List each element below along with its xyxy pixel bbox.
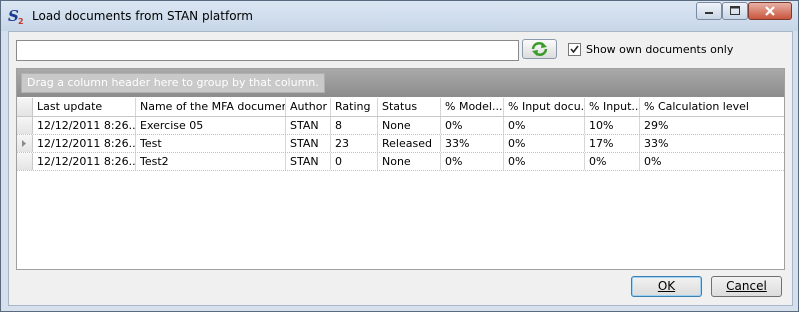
window-controls (696, 2, 792, 20)
maximize-button[interactable] (722, 2, 748, 20)
ok-button[interactable]: OK (631, 276, 702, 297)
refresh-button[interactable] (522, 39, 557, 59)
cell-calculation-level: 29% (644, 119, 669, 132)
maximize-icon (730, 6, 740, 15)
close-icon (765, 6, 775, 16)
cell-input: 10% (585, 117, 640, 134)
close-button[interactable] (748, 2, 792, 20)
group-by-hint: Drag a column header here to group by th… (21, 73, 325, 93)
window-title: Load documents from STAN platform (32, 9, 253, 23)
column-header-input[interactable]: % Input... (585, 98, 640, 116)
column-header-last-update[interactable]: Last update (33, 98, 136, 116)
cell-author: STAN (286, 135, 331, 152)
cell-author: STAN (286, 117, 331, 134)
column-header-rating[interactable]: Rating (331, 98, 378, 116)
column-header-calculation-level[interactable]: % Calculation level (640, 98, 775, 116)
cell-status: None (378, 153, 441, 170)
table-row[interactable]: 12/12/2011 8:26... Test2 STAN 0 None 0% … (17, 153, 784, 171)
row-pointer-icon (22, 140, 26, 147)
cell-last-update: 12/12/2011 8:26... (33, 135, 136, 152)
title-bar[interactable]: S 2 Load documents from STAN platform (1, 1, 798, 31)
column-header-input-documents[interactable]: % Input docu... (504, 98, 585, 116)
cell-calculation-level: 33% (644, 137, 669, 150)
column-header-model[interactable]: % Model... (441, 98, 504, 116)
cancel-button-label: Cancel (726, 279, 767, 293)
own-documents-checkbox[interactable] (568, 43, 581, 56)
cell-input: 0% (585, 153, 640, 170)
svg-text:2: 2 (18, 17, 24, 25)
cell-last-update: 12/12/2011 8:26... (33, 153, 136, 170)
grid-header: Last update Name of the MFA document Aut… (17, 98, 784, 117)
cell-rating: 23 (331, 135, 378, 152)
refresh-icon (531, 42, 548, 56)
table-row[interactable]: 12/12/2011 8:26... Exercise 05 STAN 8 No… (17, 117, 784, 135)
cancel-button[interactable]: Cancel (711, 276, 782, 297)
cell-document-name: Exercise 05 (136, 117, 286, 134)
dialog-client-area: Show own documents only Drag a column he… (8, 31, 793, 306)
cell-model: 0% (441, 153, 504, 170)
cell-status: None (378, 117, 441, 134)
row-indicator[interactable] (17, 135, 33, 152)
cell-input-documents: 0% (504, 153, 585, 170)
cell-input: 17% (585, 135, 640, 152)
cell-document-name: Test2 (136, 153, 286, 170)
column-header-author[interactable]: Author (286, 98, 331, 116)
minimize-button[interactable] (696, 2, 722, 20)
dialog-window: S 2 Load documents from STAN platform Sh… (0, 0, 799, 312)
cell-calculation-level: 0% (644, 155, 662, 168)
group-by-panel[interactable]: Drag a column header here to group by th… (17, 69, 784, 97)
cell-input-documents: 0% (504, 135, 585, 152)
header-row-indicator (17, 98, 33, 116)
cell-rating: 0 (331, 153, 378, 170)
search-input[interactable] (16, 40, 519, 61)
row-indicator[interactable] (17, 153, 33, 170)
table-row-current[interactable]: 12/12/2011 8:26... Test STAN 23 Released… (17, 135, 784, 153)
cell-status: Released (378, 135, 441, 152)
checkmark-icon (570, 45, 579, 54)
cell-model: 0% (441, 117, 504, 134)
documents-grid[interactable]: Drag a column header here to group by th… (16, 68, 785, 270)
column-header-status[interactable]: Status (378, 98, 441, 116)
cell-last-update: 12/12/2011 8:26... (33, 117, 136, 134)
stan-logo-icon: S 2 (8, 7, 24, 25)
own-documents-label[interactable]: Show own documents only (586, 43, 733, 56)
cell-model: 33% (441, 135, 504, 152)
row-indicator[interactable] (17, 117, 33, 134)
minimize-icon (705, 12, 713, 14)
cell-author: STAN (286, 153, 331, 170)
ok-button-label: OK (657, 279, 676, 293)
cell-input-documents: 0% (504, 117, 585, 134)
cell-rating: 8 (331, 117, 378, 134)
cell-document-name: Test (136, 135, 286, 152)
column-header-document-name[interactable]: Name of the MFA document (136, 98, 286, 116)
